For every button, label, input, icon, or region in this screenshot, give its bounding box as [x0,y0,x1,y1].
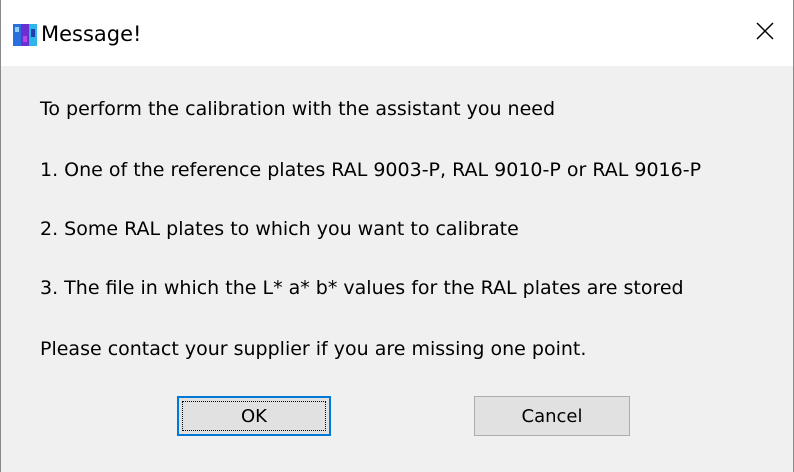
message-item-2: 2. Some RAL plates to which you want to … [40,218,519,240]
close-button[interactable] [737,0,793,66]
dialog-content: To perform the calibration with the assi… [1,66,793,472]
cancel-button[interactable]: Cancel [474,396,630,436]
app-icon [13,24,37,46]
title-bar[interactable]: Message! [1,0,793,66]
window-title: Message! [41,22,142,46]
cancel-button-label: Cancel [521,405,583,427]
message-item-1: 1. One of the reference plates RAL 9003-… [40,159,702,181]
message-dialog: Message! To perform the calibration with… [0,0,794,472]
message-contact: Please contact your supplier if you are … [40,338,587,360]
close-icon [756,22,774,44]
message-item-3: 3. The file in which the L* a* b* values… [40,277,684,299]
ok-button-label: OK [241,405,267,427]
ok-button[interactable]: OK [177,396,331,436]
message-intro: To perform the calibration with the assi… [40,98,556,120]
